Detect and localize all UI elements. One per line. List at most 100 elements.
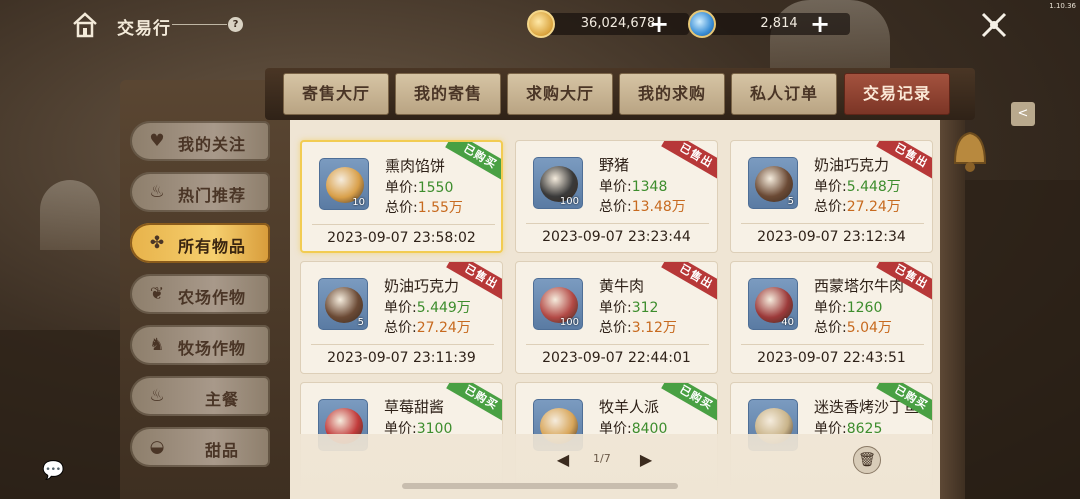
unit-price-row: 单价:1260 (814, 297, 882, 317)
scrollbar[interactable] (402, 483, 678, 489)
total-price-row: 总价:13.48万 (599, 196, 686, 216)
rooster-icon: ♞ (149, 335, 165, 355)
trade-timestamp: 2023-09-07 23:23:44 (542, 229, 691, 245)
item-quantity: 40 (781, 317, 794, 328)
gold-currency: 36,024,678 + (527, 10, 689, 38)
gem-icon (688, 10, 716, 38)
trade-record-card[interactable]: 5 奶油巧克力 单价:5.449万 总价:27.24万 2023-09-07 23:11… (300, 261, 503, 374)
item-name: 西蒙塔尔牛肉 (814, 277, 905, 295)
sidebar-item-label: 我的关注 (178, 135, 247, 154)
unit-price-label: 单价: (384, 300, 417, 316)
item-quantity: 5 (357, 317, 364, 328)
page-number: 1/7 (593, 452, 611, 465)
prev-page-button[interactable]: ◀ (555, 450, 571, 470)
item-thumbnail: 5 (748, 157, 798, 209)
collapse-button[interactable]: < (1011, 102, 1035, 126)
top-bar: 交易行 ? 36,024,678 + 2,814 + 1.10.36 (0, 0, 1080, 50)
sidebar-item-main-dish[interactable]: ♨ 主餐 (130, 376, 270, 416)
total-price-value: 1.55万 (417, 200, 463, 216)
home-button[interactable] (70, 10, 100, 40)
total-price-label: 总价: (385, 200, 418, 216)
unit-price-value: 1348 (631, 179, 668, 195)
chevron-left-icon: < (1017, 106, 1029, 121)
version-label: 1.10.36 (1049, 2, 1076, 10)
sidebar-item-label: 甜品 (205, 441, 240, 460)
item-quantity: 5 (787, 196, 794, 207)
help-button[interactable]: ? (228, 17, 243, 32)
sidebar-item-label: 热门推荐 (178, 186, 247, 205)
item-thumbnail: 5 (318, 278, 368, 330)
item-name: 奶油巧克力 (384, 277, 460, 295)
unit-price-row: 单价:1550 (385, 177, 453, 197)
trade-timestamp: 2023-09-07 23:58:02 (327, 230, 476, 246)
card-divider (526, 344, 709, 345)
sidebar-item-favorites[interactable]: ♥ 我的关注 (130, 121, 270, 161)
fire-icon: ♨ (149, 182, 165, 202)
item-name: 草莓甜酱 (384, 398, 445, 416)
sidebar-item-dessert[interactable]: ◒ 甜品 (130, 427, 270, 467)
unit-price-value: 5.448万 (846, 179, 901, 195)
trade-timestamp: 2023-09-07 23:12:34 (757, 229, 906, 245)
status-badge: 已售出 (661, 262, 717, 303)
sidebar-item-label: 所有物品 (178, 237, 247, 256)
card-divider (741, 344, 924, 345)
gold-coin-icon (527, 10, 555, 38)
sidebar-item-farm-crops[interactable]: ❦ 农场作物 (130, 274, 270, 314)
trade-record-card[interactable]: 100 野猪 单价:1348 总价:13.48万 2023-09-07 23:23:44… (515, 140, 718, 253)
tab-bar: 寄售大厅 我的寄售 求购大厅 我的求购 私人订单 交易记录 (265, 68, 975, 120)
card-divider (311, 344, 494, 345)
close-button[interactable] (979, 10, 1009, 40)
background-window (40, 180, 100, 250)
item-name: 黄牛肉 (599, 277, 645, 295)
total-price-label: 总价: (814, 320, 847, 336)
item-quantity: 100 (559, 196, 579, 207)
sidebar-item-hot[interactable]: ♨ 热门推荐 (130, 172, 270, 212)
grid-icon: ✤ (149, 233, 165, 253)
tab-consignment-hall[interactable]: 寄售大厅 (283, 73, 389, 115)
chat-button[interactable]: 💬 (42, 460, 68, 482)
item-name: 奶油巧克力 (814, 156, 890, 174)
add-gold-button[interactable]: + (648, 10, 670, 38)
sidebar-item-all[interactable]: ✤ 所有物品 (130, 223, 270, 263)
tab-trade-records[interactable]: 交易记录 (844, 73, 950, 115)
sidebar-item-ranch[interactable]: ♞ 牧场作物 (130, 325, 270, 365)
pot-icon: ♨ (149, 386, 165, 406)
trade-record-card[interactable]: 10 熏肉馅饼 单价:1550 总价:1.55万 2023-09-07 23:58:02… (300, 140, 503, 253)
total-price-label: 总价: (814, 199, 847, 215)
page-title: 交易行 (117, 19, 171, 39)
chat-bubble-icon: 💬 (42, 460, 65, 481)
total-price-label: 总价: (599, 199, 632, 215)
unit-price-value: 1260 (846, 300, 883, 316)
bowl-icon: ◒ (149, 437, 165, 457)
trade-record-card[interactable]: 100 黄牛肉 单价:312 总价:3.12万 2023-09-07 22:44:01 已… (515, 261, 718, 374)
tab-my-consignment[interactable]: 我的寄售 (395, 73, 501, 115)
unit-price-value: 1550 (417, 180, 454, 196)
pagination-bar: ◀ 1/7 ▶ 🗑 (290, 434, 940, 499)
unit-price-label: 单价: (814, 179, 847, 195)
tab-my-purchase[interactable]: 我的求购 (619, 73, 725, 115)
total-price-value: 27.24万 (416, 320, 471, 336)
tab-private-orders[interactable]: 私人订单 (731, 73, 837, 115)
trade-record-card[interactable]: 40 西蒙塔尔牛肉 单价:1260 总价:5.04万 2023-09-07 22:43:… (730, 261, 933, 374)
status-badge: 已购买 (446, 383, 502, 424)
status-badge: 已购买 (661, 383, 717, 424)
trade-record-card[interactable]: 5 奶油巧克力 单价:5.448万 总价:27.24万 2023-09-07 23:12… (730, 140, 933, 253)
tab-purchase-hall[interactable]: 求购大厅 (507, 73, 613, 115)
next-page-button[interactable]: ▶ (638, 450, 654, 470)
item-thumbnail: 100 (533, 278, 583, 330)
total-price-label: 总价: (384, 320, 417, 336)
delete-button[interactable]: 🗑 (853, 446, 881, 474)
unit-price-label: 单价: (385, 180, 418, 196)
category-sidebar: ♥ 我的关注 ♨ 热门推荐 ✤ 所有物品 ❦ 农场作物 ♞ 牧场作物 ♨ 主餐 … (120, 80, 290, 499)
item-thumbnail: 10 (319, 158, 369, 210)
unit-price-value: 5.449万 (416, 300, 471, 316)
item-quantity: 10 (352, 197, 365, 208)
unit-price-label: 单价: (599, 179, 632, 195)
item-thumbnail: 40 (748, 278, 798, 330)
item-thumbnail: 100 (533, 157, 583, 209)
title-divider (172, 24, 227, 25)
item-name: 牧羊人派 (599, 398, 660, 416)
card-divider (741, 223, 924, 224)
gem-currency: 2,814 + (688, 10, 850, 38)
add-gem-button[interactable]: + (809, 10, 831, 38)
